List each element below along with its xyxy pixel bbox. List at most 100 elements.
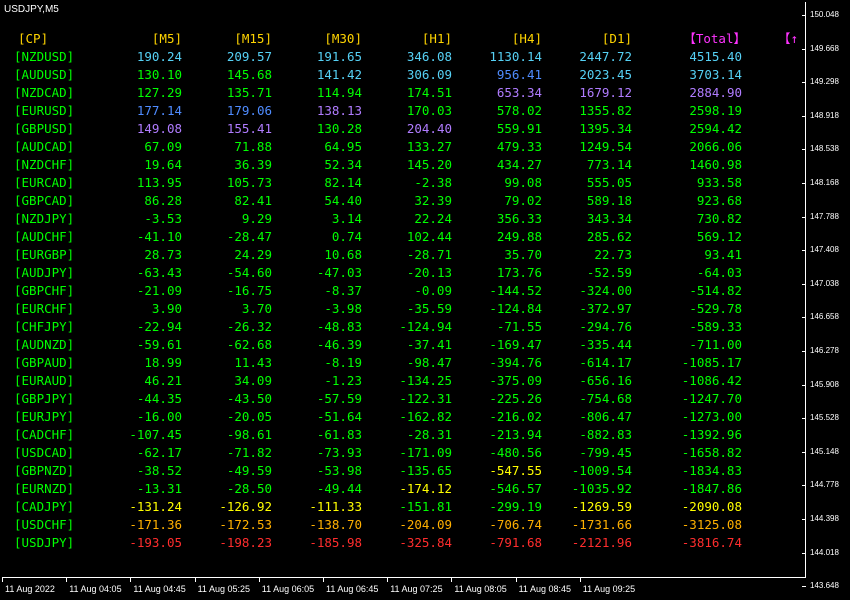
column-header: [M5] [151,31,182,46]
time-axis[interactable]: 11 Aug 2022 11 Aug 04:05 11 Aug 04:45 11 Au… [0,578,806,600]
strength-value: -62.17 [136,445,182,460]
price-label: 144.778 [810,480,839,490]
strength-value: 149.08 [136,121,182,136]
strength-value: 190.24 [136,49,182,64]
strength-value: 18.99 [144,355,182,370]
strength-value: -335.44 [579,337,632,352]
price-tick [802,183,806,184]
strength-value: -20.05 [226,409,272,424]
strength-value: -134.25 [399,373,452,388]
time-label: 11 Aug 2022 [5,584,55,594]
strength-value: 67.09 [144,139,182,154]
strength-value: -53.98 [316,463,362,478]
strength-value: 82.14 [324,175,362,190]
strength-value: -1658.82 [681,445,742,460]
strength-value: -8.37 [324,283,362,298]
strength-value: 204.40 [406,121,452,136]
strength-value: 11.43 [234,355,272,370]
time-label: 11 Aug 04:05 [69,584,122,594]
strength-value: 653.34 [496,85,542,100]
strength-value: 133.27 [406,139,452,154]
price-tick [802,418,806,420]
strength-value: -28.31 [406,427,452,442]
strength-value: -1847.86 [681,481,742,496]
strength-value: -216.02 [489,409,542,424]
strength-value: 2594.42 [689,121,742,136]
strength-value: 130.28 [316,121,362,136]
strength-value: 589.18 [586,193,632,208]
price-label: 147.038 [810,278,839,288]
strength-value: -3816.74 [681,535,742,550]
strength-value: 0.74 [331,229,362,244]
price-label: 145.528 [810,413,839,423]
strength-value: -20.13 [406,265,452,280]
strength-value: -171.36 [129,517,182,532]
price-tick [802,351,806,352]
strength-value: -16.75 [226,283,272,298]
time-tick [451,578,453,582]
strength-value: 127.29 [136,85,182,100]
strength-value: -44.35 [136,391,182,406]
pair-label: [CHFJPY] [14,319,75,334]
time-label: 11 Aug 09:25 [582,584,636,594]
strength-value: -1009.54 [571,463,632,478]
price-tick [802,115,806,117]
strength-value: 559.91 [496,121,542,136]
price-label: 150.048 [810,10,839,19]
strength-value: 10.68 [324,247,362,262]
strength-value: 343.34 [586,211,632,226]
price-label: 148.918 [810,110,839,120]
strength-value: 434.27 [496,157,542,172]
strength-value: -299.19 [489,499,542,514]
strength-value: -1392.96 [681,427,742,442]
strength-value: -294.76 [579,319,632,334]
strength-value: 1355.82 [579,103,632,118]
strength-value: -138.70 [309,517,362,532]
strength-value: -49.59 [226,463,272,478]
strength-value: 64.95 [324,139,362,154]
strength-value: 19.64 [144,157,182,172]
time-tick [323,578,324,582]
pair-label: [EURGBP] [14,247,75,262]
strength-value: -71.82 [226,445,272,460]
strength-value: 479.33 [496,139,542,154]
strength-value: -73.93 [316,445,362,460]
strength-value: 93.41 [704,247,742,262]
strength-value: 46.21 [144,373,182,388]
strength-value: -46.39 [316,337,362,352]
column-header: [D1] [601,31,632,46]
column-header: [M30] [324,31,362,46]
strength-value: -806.47 [579,409,632,424]
strength-value: 578.02 [496,103,542,118]
chart-window[interactable]: USDJPY,M5 [CP] [M5] [M15] [M30] [H1] [H4] [D1]… [0,0,850,600]
strength-value: 35.70 [504,247,542,262]
strength-value: -3.53 [144,211,182,226]
strength-value: 32.39 [414,193,452,208]
price-axis[interactable]: 150.048 149.668 149.298 148.918 148.538 148.1… [802,0,850,590]
strength-value: -131.24 [129,499,182,514]
strength-value: 249.88 [496,229,542,244]
strength-value: -54.60 [226,265,272,280]
pair-label: [GBPJPY] [14,391,75,406]
strength-value: -529.78 [689,301,742,316]
strength-value: -3125.08 [681,517,742,532]
price-tick [802,149,806,151]
time-tick [579,578,581,582]
pair-label: [AUDCHF] [14,229,75,244]
strength-value: 2598.19 [689,103,742,118]
strength-value: 4515.40 [689,49,742,64]
strength-value: -213.94 [489,427,542,442]
strength-value: -124.84 [489,301,542,316]
strength-value: 1395.34 [579,121,632,136]
pair-label: [NZDJPY] [14,211,75,226]
column-header: [M15] [234,31,272,46]
strength-value: -135.65 [399,463,452,478]
strength-value: -706.74 [489,517,542,532]
pair-label: [AUDNZD] [14,337,75,352]
strength-value: 730.82 [696,211,742,226]
strength-value: -169.47 [489,337,542,352]
strength-value: -547.55 [489,463,542,478]
price-tick [802,15,806,16]
strength-value: 956.41 [496,67,542,82]
strength-value: 2066.06 [689,139,742,154]
